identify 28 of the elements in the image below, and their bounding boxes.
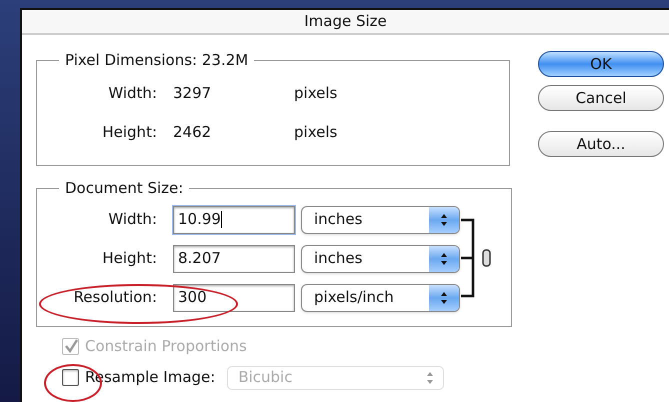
unit-dropdown[interactable]: pixels/inch bbox=[301, 284, 460, 312]
pixel-dimensions-value: 23.2M bbox=[202, 51, 248, 69]
unit-label: pixels bbox=[294, 122, 338, 143]
field-value: 2462 bbox=[172, 122, 212, 143]
input-field[interactable]: 8.207 bbox=[173, 244, 295, 272]
unit-label: pixels bbox=[294, 82, 338, 104]
dialog-button[interactable]: OK bbox=[538, 51, 664, 77]
window-title: Image Size bbox=[304, 11, 387, 32]
stepper-icon bbox=[429, 206, 459, 232]
field-label: Height: bbox=[101, 248, 157, 270]
checkbox-label: Constrain Proportions bbox=[85, 336, 247, 357]
group-title: Document Size: bbox=[65, 179, 184, 197]
field-label: Width: bbox=[107, 209, 157, 230]
unit-dropdown[interactable]: inches bbox=[301, 244, 460, 272]
field-label: Resolution: bbox=[72, 287, 157, 308]
field-value: 3297 bbox=[172, 82, 212, 104]
field-label: Width: bbox=[107, 82, 157, 104]
stepper-icon bbox=[429, 246, 459, 272]
input-field[interactable]: 10.99 bbox=[173, 206, 295, 234]
group-title: Pixel Dimensions: bbox=[65, 51, 198, 69]
dialog-button[interactable]: Auto... bbox=[538, 131, 664, 157]
stepper-icon bbox=[427, 372, 434, 384]
input-field[interactable]: 300 bbox=[173, 284, 295, 312]
unit-dropdown[interactable]: inches bbox=[301, 206, 460, 234]
checkbox[interactable] bbox=[62, 369, 79, 386]
field-label: Height: bbox=[101, 122, 157, 143]
stepper-icon bbox=[429, 284, 459, 310]
dialog-button[interactable]: Cancel bbox=[538, 85, 664, 111]
